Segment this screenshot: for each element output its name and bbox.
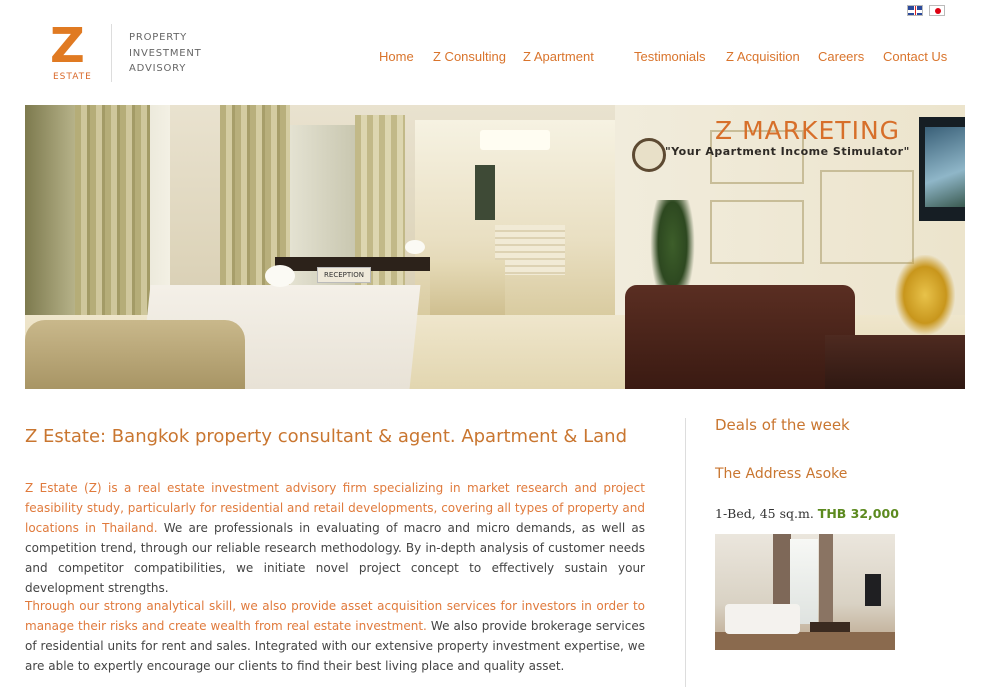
hero-door	[475, 165, 495, 220]
japan-flag-icon[interactable]	[929, 5, 945, 16]
hero-wall-panel	[820, 170, 914, 264]
uk-flag-icon[interactable]	[907, 5, 923, 16]
hero-banner: RECEPTION Z MARKETING "Your Apartment In…	[25, 105, 965, 389]
nav-careers[interactable]: Careers	[818, 49, 864, 64]
hero-wall-panel	[710, 200, 804, 264]
hero-subtitle: "Your Apartment Income Stimulator"	[665, 145, 910, 158]
deal-spec-text: 1-Bed, 45 sq.m.	[715, 506, 814, 521]
reception-sign: RECEPTION	[317, 267, 371, 283]
horse-statue-icon	[895, 255, 955, 335]
hero-cabinet	[825, 335, 965, 389]
services-paragraph: Through our strong analytical skill, we …	[25, 596, 645, 676]
hero-tv-screen	[925, 127, 965, 207]
deal-spec: 1-Bed, 45 sq.m. THB 32,000	[715, 506, 899, 521]
page-title: Z Estate: Bangkok property consultant & …	[25, 426, 627, 447]
hero-lobby-sofa	[430, 260, 505, 315]
hero-curtain	[75, 105, 150, 335]
nav-z-acquisition[interactable]: Z Acquisition	[726, 49, 800, 64]
language-switcher	[907, 5, 945, 16]
nav-z-apartment[interactable]: Z Apartment	[523, 49, 594, 64]
hero-leather-sofa	[625, 285, 855, 389]
tagline-line: PROPERTY	[129, 32, 188, 43]
photo-sofa	[725, 604, 800, 634]
flower-icon	[265, 265, 295, 287]
logo-estate: ESTATE	[53, 72, 92, 82]
photo-table	[810, 622, 850, 632]
main-nav: Home Z Consulting Z Apartment Testimonia…	[0, 49, 983, 67]
photo-curtain	[819, 534, 833, 630]
deal-name-link[interactable]: The Address Asoke	[715, 466, 847, 482]
photo-tv	[865, 574, 881, 606]
clock-icon	[632, 138, 666, 172]
intro-paragraph: Z Estate (Z) is a real estate investment…	[25, 478, 645, 598]
nav-home[interactable]: Home	[379, 49, 414, 64]
flower-icon	[405, 240, 425, 254]
hero-title: Z MARKETING	[715, 116, 901, 145]
nav-testimonials[interactable]: Testimonials	[634, 49, 706, 64]
hero-armchair	[25, 320, 245, 389]
hero-stairs	[495, 225, 565, 275]
deal-price: THB 32,000	[817, 506, 899, 521]
photo-floor	[715, 632, 895, 650]
nav-z-consulting[interactable]: Z Consulting	[433, 49, 506, 64]
hero-ceiling-light	[480, 130, 550, 150]
column-divider	[685, 418, 686, 687]
deals-heading: Deals of the week	[715, 416, 850, 434]
deal-photo[interactable]	[715, 534, 895, 650]
nav-contact-us[interactable]: Contact Us	[883, 49, 947, 64]
